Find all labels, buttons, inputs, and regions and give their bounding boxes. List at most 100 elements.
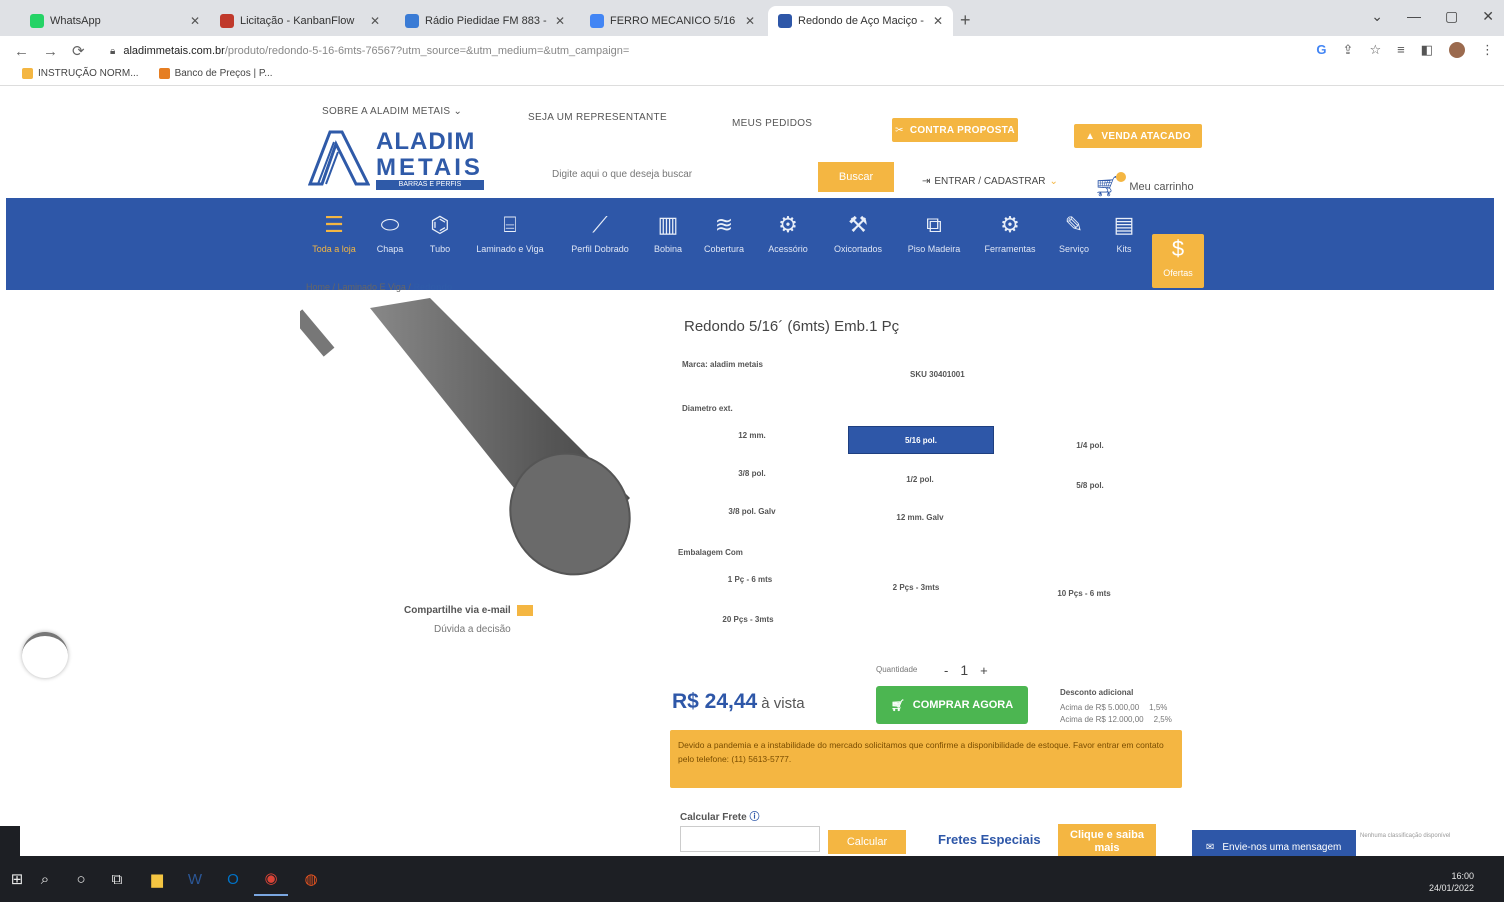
site-topnav: SOBRE A ALADIM METAIS ⌄ SEJA UM REPRESEN… <box>0 100 1504 148</box>
loading-spinner <box>22 632 68 678</box>
browser-tab[interactable]: Rádio Piedidae FM 883 - Po ✕ <box>395 6 575 36</box>
app-icon[interactable]: ◍ <box>294 862 328 896</box>
breadcrumb-current: Redondo <box>413 282 453 292</box>
diameter-option[interactable]: 3/8 pol. <box>692 460 812 486</box>
category-piso[interactable]: ⧉ Piso Madeira <box>896 210 972 280</box>
service-icon: ✎ <box>1064 212 1084 237</box>
package-title: Embalagem Com <box>678 548 743 557</box>
diameter-option[interactable]: 5/8 pol. <box>1030 472 1150 498</box>
close-icon[interactable]: ✕ <box>555 14 565 28</box>
sidebar-icon[interactable]: ◧ <box>1421 42 1433 58</box>
category-ofertas[interactable]: $ Ofertas <box>1152 234 1204 288</box>
forward-icon[interactable]: → <box>43 43 58 60</box>
url-field[interactable]: 🔒︎ aladimmetais.com.br/produto/redondo-5… <box>110 40 1310 62</box>
tube-icon: ⌬ <box>430 212 450 237</box>
close-icon[interactable]: ✕ <box>370 14 380 28</box>
package-option[interactable]: 10 Pçs - 6 mts <box>1024 580 1144 606</box>
search-button[interactable]: Buscar <box>818 162 894 192</box>
minimize-icon[interactable]: — <box>1407 8 1421 25</box>
system-clock[interactable]: 16:00 24/01/2022 <box>1429 870 1474 894</box>
diameter-option[interactable]: 3/8 pol. Galv <box>692 498 812 524</box>
diameter-option-selected[interactable]: 5/16 pol. <box>848 426 994 454</box>
wholesale-button[interactable]: ▲ VENDA ATACADO <box>1074 124 1202 148</box>
product-image[interactable] <box>300 298 640 588</box>
logo-mark-icon <box>308 130 370 186</box>
cart-link[interactable]: 🛒︎ Meu carrinho <box>1094 172 1194 199</box>
maximize-icon[interactable]: ▢ <box>1445 8 1458 25</box>
diameter-option[interactable]: 12 mm. Galv <box>860 504 980 530</box>
zip-input[interactable] <box>680 826 820 852</box>
browser-tab[interactable]: Licitação - KanbanFlow ✕ <box>210 6 390 36</box>
menu-dots-icon[interactable]: ⋮ <box>1481 42 1494 58</box>
discount-row: Acima de R$ 12.000,00 2,5% <box>1060 715 1172 724</box>
file-explorer-icon[interactable]: ▆ <box>140 862 174 896</box>
quantity-label: Quantidade <box>876 665 918 674</box>
product-price: R$ 24,44 à vista <box>672 690 805 713</box>
category-bar: ☰ Toda a loja ⬭ Chapa ⌬ Tubo ⌸ Laminado e Vi… <box>6 198 1494 290</box>
package-option[interactable]: 2 Pçs - 3mts <box>856 574 976 600</box>
chrome-icon[interactable]: ◉ <box>254 862 288 896</box>
google-extension-icon[interactable]: G <box>1316 42 1326 58</box>
breadcrumb-category[interactable]: Laminado E Viga <box>338 282 406 292</box>
cortana-icon[interactable]: ○ <box>64 862 98 896</box>
login-link[interactable]: ⇥ ENTRAR / CADASTRAR ⌄ <box>922 176 1058 187</box>
representative-link[interactable]: SEJA UM REPRESENTANTE <box>528 112 667 123</box>
category-tubo[interactable]: ⌬ Tubo <box>402 210 478 280</box>
discount-row: Acima de R$ 5.000,00 1,5% <box>1060 703 1168 712</box>
tab-search-icon[interactable]: ⌄ <box>1371 8 1383 25</box>
qty-value[interactable]: 1 <box>960 662 968 678</box>
about-link[interactable]: SOBRE A ALADIM METAIS ⌄ <box>322 106 462 117</box>
bookmark-icon <box>22 68 33 79</box>
close-icon[interactable]: ✕ <box>190 14 200 28</box>
learn-more-button[interactable]: Clique e saiba mais <box>1058 824 1156 860</box>
task-view-icon[interactable]: ⧉ <box>100 862 134 896</box>
handshake-icon: ✂ <box>895 124 904 136</box>
close-icon[interactable]: ✕ <box>745 14 755 28</box>
browser-tab-active[interactable]: Redondo de Aço Maciço - Dive ✕ <box>768 6 953 36</box>
site-logo[interactable]: ALADIM METAIS BARRAS E PERFIS <box>308 128 488 190</box>
reading-list-icon[interactable]: ≡ <box>1397 42 1405 58</box>
close-icon[interactable]: ✕ <box>933 14 943 28</box>
share-icon[interactable]: ⇪ <box>1343 42 1354 58</box>
diameter-option[interactable]: 12 mm. <box>692 422 812 448</box>
new-tab-button[interactable]: + <box>960 10 971 31</box>
bookmark[interactable]: INSTRUÇÃO NORM... <box>22 68 139 79</box>
package-option[interactable]: 1 Pç - 6 mts <box>690 566 810 592</box>
buy-now-button[interactable]: 🛒︎ COMPRAR AGORA <box>876 686 1028 724</box>
profile-icon: ⟋ <box>592 212 608 237</box>
box-icon: ▲ <box>1085 130 1096 142</box>
profile-avatar[interactable] <box>1449 42 1465 58</box>
category-kits[interactable]: ▤ Kits <box>1086 210 1162 280</box>
calculate-button[interactable]: Calcular <box>828 830 906 854</box>
browser-tab[interactable]: FERRO MECANICO 5/16 (Bana ✕ <box>580 6 765 36</box>
category-acessorio[interactable]: ⚙ Acessório <box>750 210 826 280</box>
diameter-option[interactable]: 1/2 pol. <box>860 466 980 492</box>
category-perfil[interactable]: ⟋ Perfil Dobrado <box>562 210 638 280</box>
bookmark[interactable]: Banco de Preços | P... <box>158 68 273 79</box>
product-title: Redondo 5/16´ (6mts) Emb.1 Pç <box>684 318 900 335</box>
category-laminado[interactable]: ⌸ Laminado e Viga <box>472 210 548 280</box>
package-option[interactable]: 20 Pçs - 3mts <box>688 606 808 632</box>
share-email-link[interactable]: Compartilhe via e-mail <box>404 605 533 616</box>
help-icon[interactable]: ⓘ <box>749 812 759 823</box>
search-input[interactable] <box>552 162 812 186</box>
counter-proposal-button[interactable]: ✂ CONTRA PROPOSTA <box>892 118 1018 142</box>
outlook-icon[interactable]: O <box>216 862 250 896</box>
word-icon[interactable]: W <box>178 862 212 896</box>
my-orders-link[interactable]: MEUS PEDIDOS <box>732 118 812 129</box>
search-icon[interactable]: ⌕ <box>28 862 62 896</box>
breadcrumb-home[interactable]: Home <box>306 282 330 292</box>
qty-minus-button[interactable]: - <box>944 663 948 678</box>
browser-tab[interactable]: WhatsApp ✕ <box>20 6 210 36</box>
lock-icon: 🔒︎ <box>110 45 116 57</box>
star-icon[interactable]: ☆ <box>1369 42 1381 58</box>
diameter-option[interactable]: 1/4 pol. <box>1030 432 1150 458</box>
back-icon[interactable]: ← <box>14 43 29 60</box>
qty-plus-button[interactable]: + <box>980 663 988 678</box>
reload-icon[interactable]: ⟳ <box>72 42 85 60</box>
close-window-icon[interactable]: ✕ <box>1482 8 1494 25</box>
offers-icon: $ <box>1171 236 1185 261</box>
windows-taskbar: ⊞ ⌕ ○ ⧉ ▆ W O ◉ ◍ 16:00 24/01/2022 <box>0 856 1504 902</box>
google-icon <box>590 14 604 28</box>
category-oxicortados[interactable]: ⚒ Oxicortados <box>820 210 896 280</box>
